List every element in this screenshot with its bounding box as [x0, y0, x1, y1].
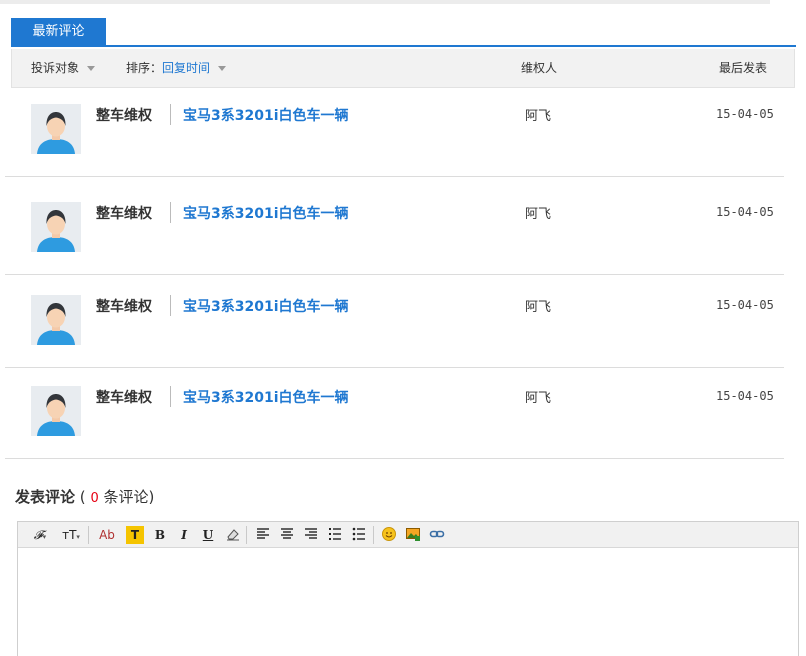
align-center-icon[interactable] [278, 526, 296, 544]
toolbar-divider [246, 526, 247, 544]
chevron-down-icon [218, 66, 227, 71]
row-title-link[interactable]: 宝马3系3201i白色车一辆 [183, 296, 349, 316]
user-avatar-icon [31, 295, 81, 345]
avatar[interactable] [31, 104, 81, 154]
comment-editor: 𝓕▾ тT▾ Ab T B I U [17, 521, 799, 656]
bold-glyph: B [154, 528, 166, 542]
underline-icon[interactable]: U [200, 526, 216, 544]
row-title-link[interactable]: 宝马3系3201i白色车一辆 [183, 105, 349, 125]
align-left-icon[interactable] [254, 526, 272, 544]
list-item: 整车维权 宝马3系3201i白色车一辆 阿飞 15-04-05 [5, 368, 784, 459]
text-color-icon[interactable]: Ab [96, 526, 118, 544]
font-size-icon[interactable]: тT▾ [58, 526, 84, 544]
unordered-list-icon[interactable] [350, 526, 368, 544]
row-author: 阿飞 [525, 391, 552, 406]
tab-bar: 最新评论 [11, 18, 796, 47]
row-category: 整车维权 [96, 108, 152, 124]
row-date: 15-04-05 [716, 107, 774, 121]
italic-icon[interactable]: I [176, 526, 192, 544]
row-author: 阿飞 [525, 109, 552, 124]
align-right-icon[interactable] [302, 526, 320, 544]
user-avatar-icon [31, 202, 81, 252]
comment-textarea[interactable] [18, 549, 798, 656]
chevron-down-icon [87, 66, 96, 71]
row-date: 15-04-05 [716, 205, 774, 219]
row-title-link[interactable]: 宝马3系3201i白色车一辆 [183, 387, 349, 407]
list-item: 整车维权 宝马3系3201i白色车一辆 阿飞 15-04-05 [5, 275, 784, 368]
divider [170, 295, 171, 316]
sort-prefix: 排序： [126, 61, 163, 75]
font-glyph: 𝓕 [33, 528, 43, 542]
user-avatar-icon [31, 386, 81, 436]
divider [170, 104, 171, 125]
comment-count: 0 [90, 491, 99, 506]
highlight-glyph: T [130, 528, 140, 542]
filter-label: 投诉对象 [31, 61, 80, 75]
col-header-owner: 维权人 [521, 61, 558, 75]
sort-dropdown[interactable]: 排序：回复时间 [126, 49, 227, 87]
underline-glyph: U [202, 528, 214, 542]
comment-count-suffix: 条评论) [103, 488, 155, 506]
sort-value[interactable]: 回复时间 [162, 61, 210, 75]
divider [170, 386, 171, 407]
bold-icon[interactable]: B [152, 526, 168, 544]
top-strip [0, 0, 770, 4]
divider [170, 202, 171, 223]
list-item: 整车维权 宝马3系3201i白色车一辆 阿飞 15-04-05 [5, 89, 784, 177]
image-icon[interactable] [404, 526, 422, 544]
row-title-link[interactable]: 宝马3系3201i白色车一辆 [183, 203, 349, 223]
font-icon[interactable]: 𝓕▾ [28, 526, 52, 544]
editor-toolbar: 𝓕▾ тT▾ Ab T B I U [18, 522, 798, 548]
row-category: 整车维权 [96, 299, 152, 315]
italic-glyph: I [181, 528, 187, 542]
avatar[interactable] [31, 386, 81, 436]
comment-heading: 发表评论 ( 0 条评论) [15, 486, 154, 507]
toolbar-divider [88, 526, 89, 544]
list-item: 整车维权 宝马3系3201i白色车一辆 阿飞 15-04-05 [5, 177, 784, 275]
row-author: 阿飞 [525, 300, 552, 315]
color-glyph: Ab [99, 528, 115, 542]
avatar[interactable] [31, 202, 81, 252]
avatar[interactable] [31, 295, 81, 345]
size-glyph: тT [62, 528, 77, 542]
comment-title: 发表评论 [15, 488, 76, 506]
user-avatar-icon [31, 104, 81, 154]
row-date: 15-04-05 [716, 389, 774, 403]
list-header: 投诉对象 排序：回复时间 维权人 最后发表 [11, 49, 795, 88]
col-header-last-post: 最后发表 [719, 61, 768, 75]
row-category: 整车维权 [96, 390, 152, 406]
ordered-list-icon[interactable] [326, 526, 344, 544]
row-author: 阿飞 [525, 207, 552, 222]
toolbar-divider [373, 526, 374, 544]
row-date: 15-04-05 [716, 298, 774, 312]
highlight-icon[interactable]: T [126, 526, 144, 544]
eraser-icon[interactable] [224, 526, 242, 544]
emoji-icon[interactable] [380, 526, 398, 544]
comment-open-paren: ( [79, 488, 86, 506]
filter-dropdown[interactable]: 投诉对象 [31, 49, 96, 87]
row-category: 整车维权 [96, 206, 152, 222]
link-icon[interactable] [428, 526, 446, 544]
tab-latest-comments[interactable]: 最新评论 [11, 18, 106, 45]
